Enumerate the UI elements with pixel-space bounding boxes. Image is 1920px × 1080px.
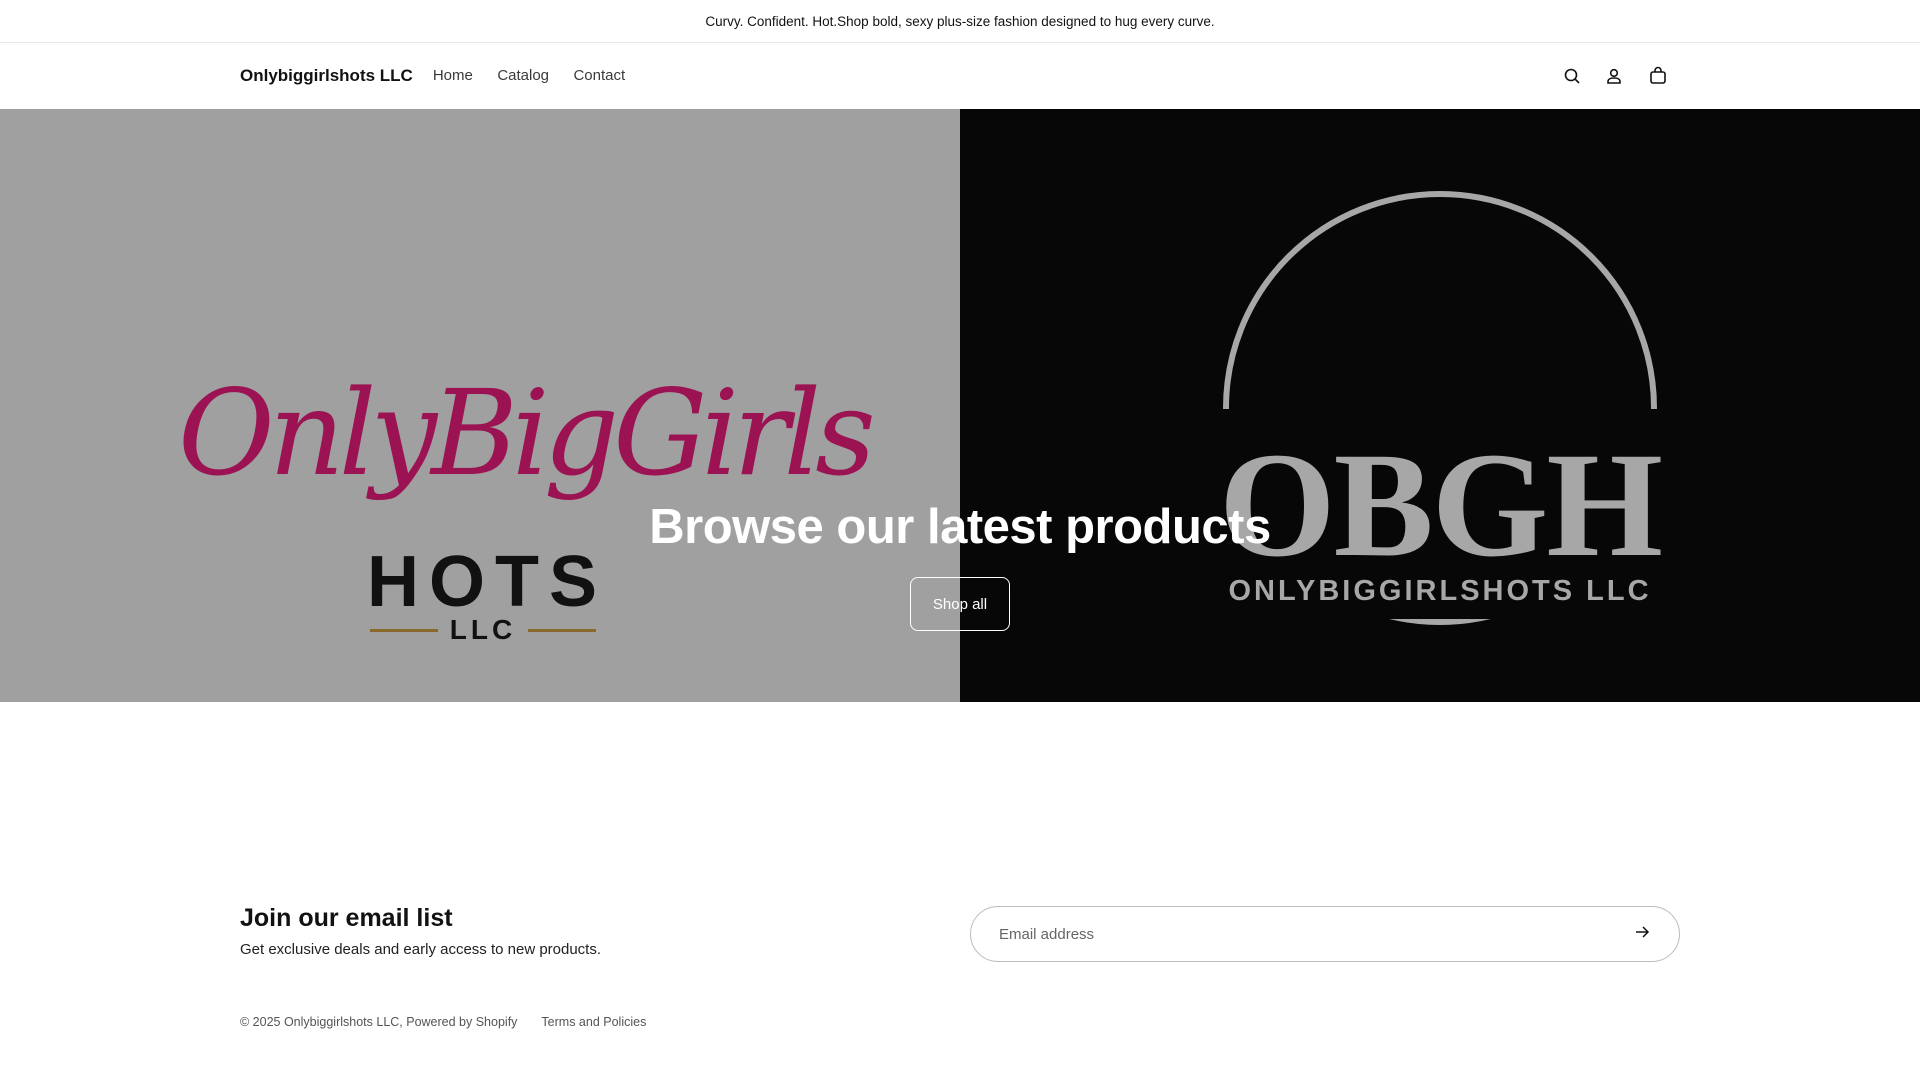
hero-banner: OnlyBigGirls HOTS LLC OBGH ONLYBIGGIRLSH… [0, 109, 1920, 702]
arrow-right-icon[interactable] [1633, 923, 1651, 946]
site-footer: © 2025 Onlybiggirlshots LLC, Powered by … [240, 1015, 646, 1029]
newsletter-section: Join our email list Get exclusive deals … [240, 890, 1680, 962]
hero-heading: Browse our latest products [649, 500, 1271, 554]
announcement-bar: Curvy. Confident. Hot.Shop bold, sexy pl… [0, 0, 1920, 43]
main-nav: Home Catalog Contact [433, 67, 645, 85]
cart-icon[interactable] [1647, 65, 1669, 87]
search-icon[interactable] [1561, 65, 1583, 87]
email-input[interactable] [999, 925, 1633, 943]
store-logo[interactable]: Onlybiggirlshots LLC [240, 66, 413, 86]
site-header: Onlybiggirlshots LLC Home Catalog Contac… [0, 43, 1920, 109]
nav-home[interactable]: Home [433, 67, 473, 84]
copyright: © 2025 Onlybiggirlshots LLC, Powered by … [240, 1015, 518, 1029]
shop-all-button[interactable]: Shop all [910, 577, 1010, 631]
announcement-text: Curvy. Confident. Hot.Shop bold, sexy pl… [705, 13, 1215, 29]
account-icon[interactable] [1603, 65, 1625, 87]
nav-contact[interactable]: Contact [573, 67, 625, 84]
email-field [970, 906, 1680, 962]
terms-policies-link[interactable]: Terms and Policies [541, 1015, 646, 1029]
nav-catalog[interactable]: Catalog [497, 67, 549, 84]
